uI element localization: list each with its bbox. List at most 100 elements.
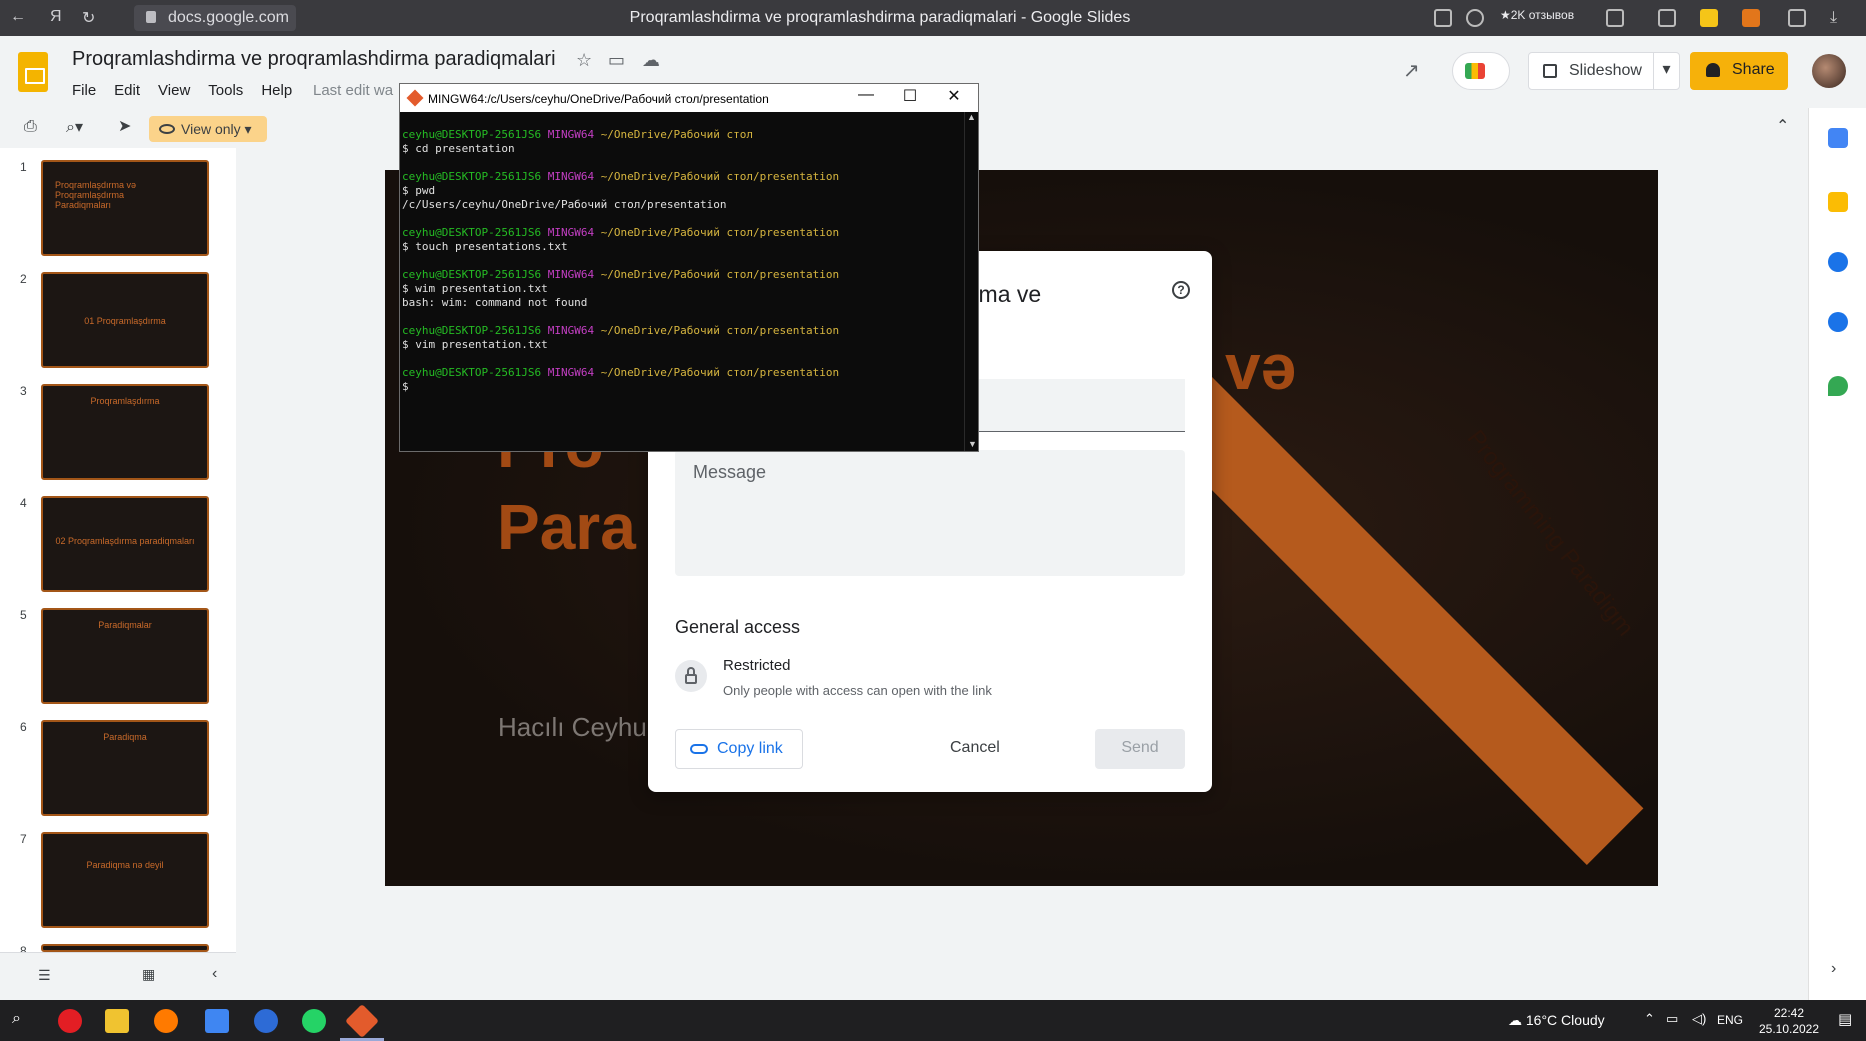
download-icon[interactable]: ⤓ bbox=[1830, 9, 1848, 27]
activity-trend-icon[interactable]: ↗ bbox=[1403, 58, 1420, 83]
app-icon[interactable] bbox=[154, 1009, 178, 1033]
send-button[interactable]: Send bbox=[1095, 729, 1185, 769]
browser-bar: ← Я ↻ docs.google.com Proqramlashdirma v… bbox=[0, 0, 1866, 36]
copy-link-button[interactable]: Copy link bbox=[675, 729, 803, 769]
grid-view-icon[interactable]: ▦ bbox=[142, 966, 155, 983]
share-button[interactable]: Share bbox=[1690, 52, 1788, 90]
minimize-icon[interactable]: — bbox=[846, 86, 886, 110]
expand-panel-icon[interactable]: › bbox=[1831, 960, 1836, 978]
slide-thumbnail-1[interactable]: Proqramlaşdırma və Proqramlaşdırma Parad… bbox=[41, 160, 209, 256]
terminal-command-line: $ touch presentations.txt bbox=[402, 240, 568, 253]
terminal-window[interactable]: MINGW64:/c/Users/ceyhu/OneDrive/Рабочий … bbox=[399, 83, 979, 452]
bookmark-icon[interactable] bbox=[1606, 9, 1624, 27]
collapse-chevron-icon[interactable]: ⌃ bbox=[1776, 116, 1789, 136]
extension-w-icon[interactable] bbox=[1700, 9, 1718, 27]
tray-chevron-icon[interactable]: ⌃ bbox=[1644, 1011, 1655, 1027]
music-icon[interactable] bbox=[1658, 9, 1676, 27]
git-bash-icon[interactable] bbox=[345, 1004, 379, 1038]
terminal-command-line: $ pwd bbox=[402, 184, 436, 197]
message-input[interactable]: Message bbox=[675, 450, 1185, 576]
git-icon bbox=[406, 89, 424, 107]
laptop-icon[interactable] bbox=[205, 1009, 229, 1033]
document-title[interactable]: Proqramlashdirma ve proqramlashdirma par… bbox=[72, 48, 556, 71]
terminal-command-line: $ vim presentation.txt bbox=[402, 338, 548, 351]
terminal-output[interactable]: ceyhu@DESKTOP-2561JS6 MINGW64 ~/OneDrive… bbox=[402, 114, 964, 449]
tabs-icon[interactable] bbox=[1434, 9, 1452, 27]
tasks-icon[interactable] bbox=[1828, 252, 1848, 272]
taskbar: ⌕ ☁ 16°C Cloudy ⌃ ▭ ◁) ENG 22:42 25.10.2… bbox=[0, 1000, 1866, 1041]
network-icon[interactable]: ▭ bbox=[1666, 1011, 1678, 1027]
close-icon[interactable]: ✕ bbox=[934, 86, 974, 110]
menu-view[interactable]: View bbox=[158, 82, 190, 99]
calendar-icon[interactable] bbox=[1828, 128, 1848, 148]
slide-title-fragment: və bbox=[1225, 331, 1297, 403]
folder-icon[interactable]: ▭ bbox=[608, 50, 625, 71]
help-icon[interactable]: ? bbox=[1172, 281, 1190, 299]
terminal-scrollbar[interactable]: ▲ ▼ bbox=[964, 112, 978, 451]
slide-thumbnail-7[interactable]: Paradiqma nə deyil bbox=[41, 832, 209, 928]
chevron-down-icon[interactable]: ▾ bbox=[1653, 53, 1679, 89]
collections-icon[interactable] bbox=[1788, 9, 1806, 27]
select-cursor-icon[interactable]: ➤ bbox=[118, 116, 131, 136]
slide-number: 1 bbox=[20, 160, 27, 174]
terminal-command-line: $ cd presentation bbox=[402, 142, 515, 155]
menu-edit[interactable]: Edit bbox=[114, 82, 140, 99]
slide-thumbnail-8[interactable] bbox=[41, 944, 209, 952]
address-bar[interactable]: docs.google.com bbox=[134, 5, 296, 31]
weather-text: 16°C Cloudy bbox=[1525, 1012, 1605, 1028]
slide-thumbnail-5[interactable]: Paradiqmalar bbox=[41, 608, 209, 704]
star-icon[interactable]: ☆ bbox=[576, 50, 592, 71]
slideshow-button[interactable]: Slideshow ▾ bbox=[1528, 52, 1680, 90]
back-arrow-icon[interactable]: ← bbox=[10, 8, 26, 26]
slide-thumbnail-3[interactable]: Proqramlaşdırma bbox=[41, 384, 209, 480]
view-only-button[interactable]: View only ▾ bbox=[149, 116, 267, 142]
slides-logo-icon[interactable] bbox=[18, 52, 48, 92]
slide-number: 4 bbox=[20, 496, 27, 510]
access-level[interactable]: Restricted bbox=[723, 657, 791, 674]
maps-icon[interactable] bbox=[1828, 376, 1848, 396]
meet-button[interactable] bbox=[1452, 52, 1510, 90]
yandex-icon[interactable]: Я bbox=[50, 8, 62, 26]
list-view-icon[interactable]: ☰ bbox=[38, 967, 51, 984]
general-access-heading: General access bbox=[675, 617, 801, 637]
language-indicator[interactable]: ENG bbox=[1717, 1013, 1743, 1027]
cancel-button[interactable]: Cancel bbox=[950, 739, 1000, 757]
maximize-icon[interactable]: ☐ bbox=[890, 86, 930, 110]
menu-tools[interactable]: Tools bbox=[208, 82, 243, 99]
menu-file[interactable]: File bbox=[72, 82, 96, 99]
search-icon[interactable] bbox=[1466, 9, 1484, 27]
slide-thumbnail-6[interactable]: Paradiqma bbox=[41, 720, 209, 816]
whatsapp-icon[interactable] bbox=[302, 1009, 326, 1033]
menu-help[interactable]: Help bbox=[261, 82, 292, 99]
clock[interactable]: 22:42 25.10.2022 bbox=[1750, 1005, 1828, 1037]
zoom-icon[interactable]: ⌕▾ bbox=[66, 117, 83, 137]
slide-number: 5 bbox=[20, 608, 27, 622]
weather-widget[interactable]: ☁ 16°C Cloudy bbox=[1508, 1012, 1605, 1029]
menu-bar: File Edit View Tools Help bbox=[72, 82, 292, 99]
slide-thumbnail-4[interactable]: 02 Proqramlaşdırma paradiqmaları bbox=[41, 496, 209, 592]
print-icon[interactable]: ⎙ bbox=[24, 118, 37, 136]
volume-icon[interactable]: ◁) bbox=[1692, 1011, 1706, 1027]
link-icon bbox=[690, 744, 708, 754]
last-edit-link[interactable]: Last edit wa bbox=[313, 82, 393, 99]
app-icon[interactable] bbox=[254, 1009, 278, 1033]
reload-icon[interactable]: ↻ bbox=[82, 8, 95, 28]
collapse-filmstrip-icon[interactable]: ‹ bbox=[212, 965, 217, 983]
avatar[interactable] bbox=[1812, 54, 1846, 88]
metamask-icon[interactable] bbox=[1742, 9, 1760, 27]
search-icon[interactable]: ⌕ bbox=[12, 1010, 21, 1028]
contacts-icon[interactable] bbox=[1828, 312, 1848, 332]
yandex-browser-icon[interactable] bbox=[58, 1009, 82, 1033]
keep-icon[interactable] bbox=[1828, 192, 1848, 212]
slide-thumbnail-2[interactable]: 01 Proqramlaşdırma bbox=[41, 272, 209, 368]
slide-number: 2 bbox=[20, 272, 27, 286]
notifications-icon[interactable]: ▤ bbox=[1838, 1010, 1852, 1028]
cloud-status-icon[interactable]: ☁ bbox=[642, 50, 660, 71]
file-explorer-icon[interactable] bbox=[105, 1009, 129, 1033]
reviews-badge[interactable]: ★2K отзывов bbox=[1500, 8, 1574, 22]
terminal-titlebar[interactable]: MINGW64:/c/Users/ceyhu/OneDrive/Рабочий … bbox=[400, 84, 978, 112]
slide-banner-text: Programming Paradigm bbox=[1461, 425, 1640, 642]
clock-time: 22:42 bbox=[1773, 1006, 1805, 1020]
